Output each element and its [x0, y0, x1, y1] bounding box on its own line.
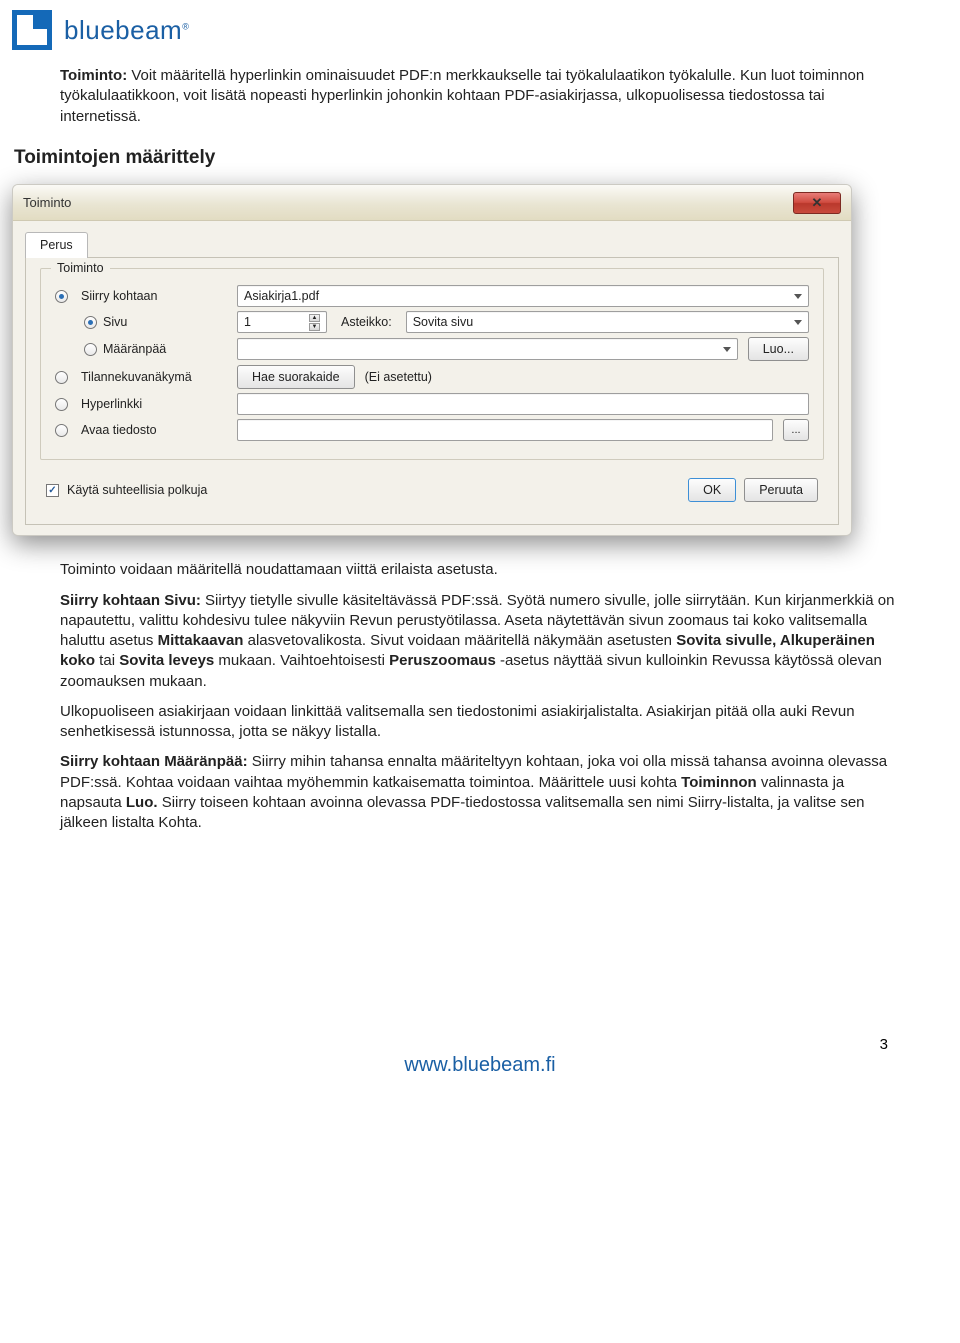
- combo-asteikko-value: Sovita sivu: [413, 314, 473, 331]
- row-siirry-kohtaan: Siirry kohtaan Asiakirja1.pdf: [55, 285, 809, 307]
- checkbox-label: Käytä suhteellisia polkuja: [67, 482, 207, 499]
- page-header: bluebeam®: [0, 0, 960, 56]
- row-maaranpaa: Määränpää Luo...: [55, 337, 809, 361]
- intro-paragraph: Toiminto: Voit määritellä hyperlinkin om…: [60, 66, 900, 127]
- input-hyperlinkki[interactable]: [237, 393, 809, 415]
- footer-url: www.bluebeam.fi: [404, 1054, 555, 1077]
- intro-label: Toiminto:: [60, 67, 127, 84]
- radio-tilanne[interactable]: [55, 371, 68, 384]
- body-p3: Ulkopuoliseen asiakirjaan voidaan linkit…: [60, 702, 900, 743]
- label-maaranpaa: Määränpää: [103, 341, 231, 358]
- label-asteikko: Asteikko:: [341, 314, 392, 331]
- tab-panel: Toiminto Siirry kohtaan Asiakirja1.pdf S…: [25, 257, 839, 525]
- tab-perus[interactable]: Perus: [25, 232, 88, 258]
- ei-asetettu-text: (Ei asetettu): [365, 369, 432, 386]
- intro-text: Voit määritellä hyperlinkin ominaisuudet…: [60, 67, 864, 125]
- label-avaa-tiedosto: Avaa tiedosto: [81, 422, 231, 439]
- dialog-toiminto: Toiminto ✕ Perus Toiminto Siirry kohtaan…: [12, 184, 852, 536]
- label-hyperlinkki: Hyperlinkki: [81, 396, 231, 413]
- body-p4: Siirry kohtaan Määränpää: Siirry mihin t…: [60, 752, 900, 833]
- spinner-down-icon[interactable]: ▼: [309, 323, 320, 331]
- dialog-title: Toiminto: [23, 194, 71, 212]
- row-avaa-tiedosto: Avaa tiedosto ...: [55, 419, 809, 441]
- hae-suorakaide-button[interactable]: Hae suorakaide: [237, 365, 355, 389]
- combo-asteikko[interactable]: Sovita sivu: [406, 311, 809, 333]
- chevron-down-icon: [794, 320, 802, 325]
- luo-button[interactable]: Luo...: [748, 337, 809, 361]
- combo-maaranpaa[interactable]: [237, 338, 738, 360]
- spinner-up-icon[interactable]: ▲: [309, 314, 320, 322]
- chevron-down-icon: [794, 294, 802, 299]
- label-siirry-kohtaan: Siirry kohtaan: [81, 288, 231, 305]
- browse-button[interactable]: ...: [783, 419, 809, 441]
- input-avaa-tiedosto[interactable]: [237, 419, 773, 441]
- close-button[interactable]: ✕: [793, 192, 841, 214]
- body-p2: Siirry kohtaan Sivu: Siirtyy tietylle si…: [60, 591, 900, 692]
- radio-siirry-kohtaan[interactable]: [55, 290, 68, 303]
- dialog-footer: ✓ Käytä suhteellisia polkuja OK Peruuta: [40, 460, 824, 508]
- radio-avaa-tiedosto[interactable]: [55, 424, 68, 437]
- body-p1: Toiminto voidaan määritellä noudattamaan…: [60, 560, 900, 580]
- combo-document[interactable]: Asiakirja1.pdf: [237, 285, 809, 307]
- brand-text: bluebeam®: [64, 15, 189, 46]
- page-number: 3: [880, 1036, 888, 1053]
- section-heading: Toimintojen määrittely: [14, 145, 900, 171]
- ok-button[interactable]: OK: [688, 478, 736, 502]
- combo-document-value: Asiakirja1.pdf: [244, 288, 319, 305]
- dialog-body: Perus Toiminto Siirry kohtaan Asiakirja1…: [13, 221, 851, 535]
- page-spinner-value: 1: [244, 314, 251, 331]
- row-sivu: Sivu 1 ▲ ▼ Asteikko: Sovit: [55, 311, 809, 333]
- page-spinner[interactable]: 1 ▲ ▼: [237, 311, 327, 333]
- row-hyperlinkki: Hyperlinkki: [55, 393, 809, 415]
- group-legend: Toiminto: [51, 260, 110, 277]
- group-toiminto: Toiminto Siirry kohtaan Asiakirja1.pdf S…: [40, 268, 824, 460]
- row-tilanne: Tilannekuvanäkymä Hae suorakaide (Ei ase…: [55, 365, 809, 389]
- close-icon: ✕: [812, 194, 823, 212]
- label-tilanne: Tilannekuvanäkymä: [81, 369, 231, 386]
- radio-sivu[interactable]: [84, 316, 97, 329]
- dialog-titlebar: Toiminto ✕: [13, 185, 851, 221]
- cancel-button[interactable]: Peruuta: [744, 478, 818, 502]
- page-content: Toiminto: Voit määritellä hyperlinkin om…: [0, 56, 960, 1093]
- label-sivu: Sivu: [103, 314, 231, 331]
- chevron-down-icon: [723, 347, 731, 352]
- logo-icon: [12, 10, 52, 50]
- radio-maaranpaa[interactable]: [84, 343, 97, 356]
- checkbox-relative-paths[interactable]: ✓: [46, 484, 59, 497]
- radio-hyperlinkki[interactable]: [55, 398, 68, 411]
